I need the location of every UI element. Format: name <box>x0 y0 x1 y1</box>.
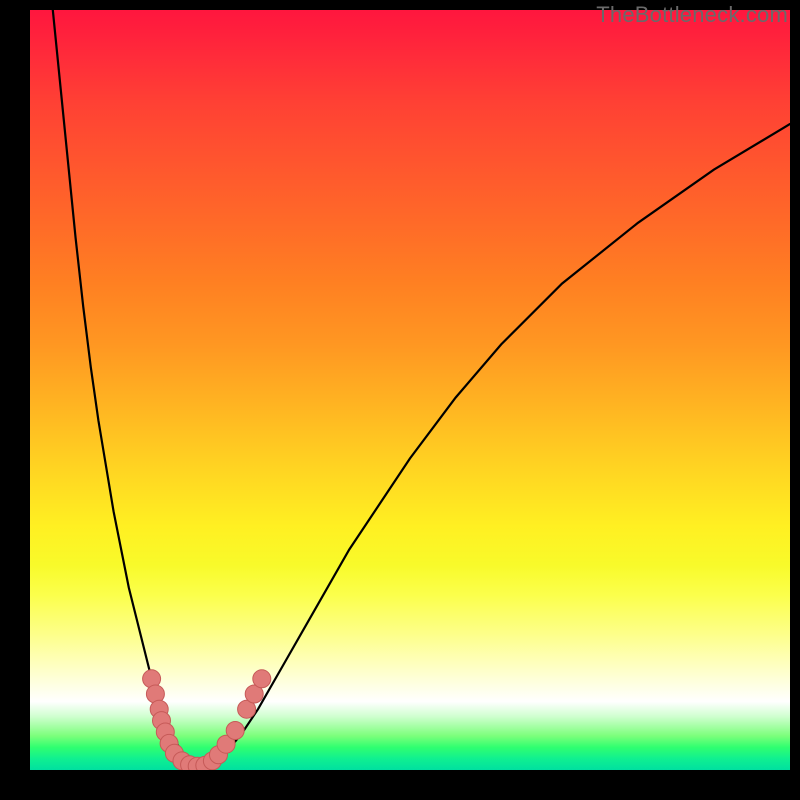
data-marker <box>253 670 271 688</box>
data-marker <box>226 722 244 740</box>
watermark-text: TheBottleneck.com <box>596 2 788 28</box>
chart-frame: TheBottleneck.com <box>0 0 800 800</box>
bottleneck-curve <box>53 10 790 766</box>
curve-layer <box>30 10 790 770</box>
plot-area <box>30 10 790 770</box>
